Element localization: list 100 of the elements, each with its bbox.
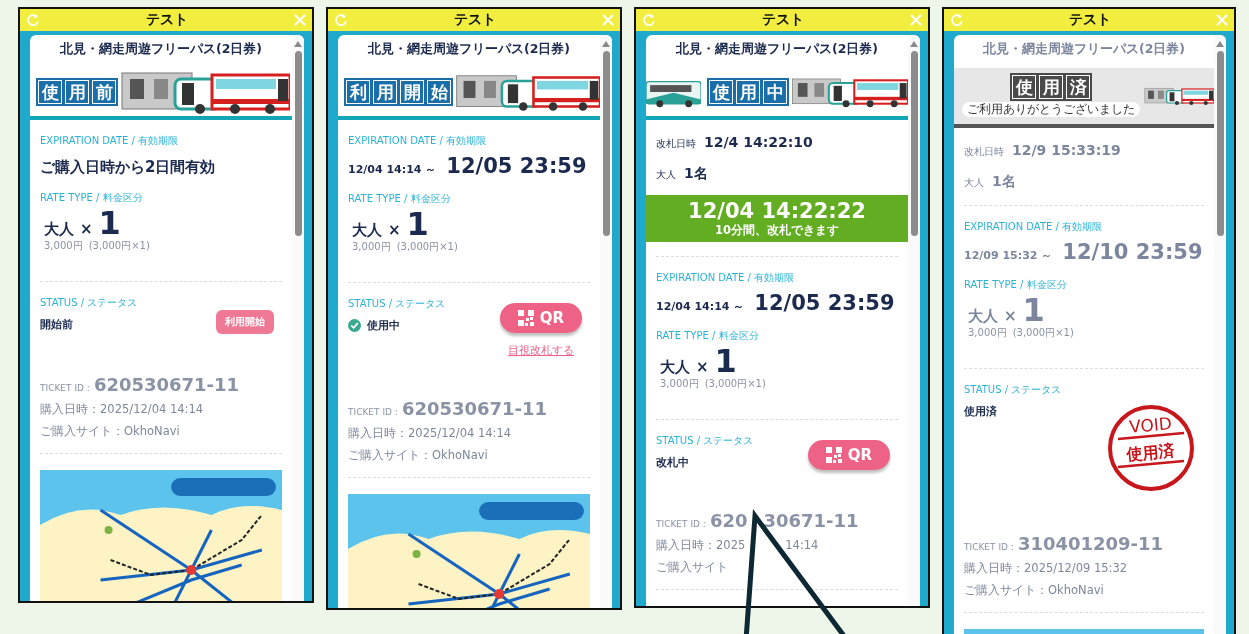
valid-from: 12/04 14:14 ～ (656, 299, 745, 314)
scrollbar[interactable] (1214, 35, 1226, 634)
purchase-site: ご購入サイト (656, 560, 728, 575)
rate-type-label: RATE TYPE / 料金区分 (348, 192, 452, 206)
status-value: 改札中 (656, 454, 689, 470)
passenger-count: 1名 (992, 173, 1016, 191)
price: 3,000円 (352, 240, 391, 254)
visual-check-link[interactable]: 目視改札する (507, 343, 574, 358)
gate-time: 12/9 15:33:19 (1012, 142, 1121, 158)
qr-button[interactable]: QR (499, 303, 582, 333)
scroll-up-icon[interactable] (1216, 41, 1224, 47)
scroll-up-icon[interactable] (910, 41, 918, 47)
times-sign: × (696, 358, 709, 376)
ticket-id-label: TICKET ID : (348, 407, 398, 417)
fare-type: 大人 (352, 221, 382, 240)
fare-type: 大人 (660, 358, 690, 377)
expiration-label: EXPIRATION DATE / 有効期限 (40, 134, 180, 148)
scrollbar-thumb[interactable] (294, 51, 302, 236)
ticket-count: 1 (714, 345, 737, 377)
qr-code-icon (825, 447, 842, 463)
scrollbar[interactable] (292, 35, 304, 601)
scrollbar-thumb[interactable] (1216, 51, 1224, 236)
status-banner-label: 使用中 (709, 80, 788, 104)
status-label: STATUS / ステータス (656, 434, 755, 448)
purchase-date: 購入日時：2025/12/04 14:14 (40, 402, 204, 417)
expiration-label: EXPIRATION DATE / 有効期限 (348, 134, 488, 148)
pass-name: 北見・網走周遊フリーパス(2日券) (981, 40, 1187, 58)
valid-from: 12/04 14:14 ～ (348, 162, 437, 177)
passenger-count: 1名 (684, 165, 708, 183)
price: 3,000円 (44, 239, 83, 253)
status-label: STATUS / ステータス (348, 297, 447, 311)
scrollbar[interactable] (908, 35, 920, 606)
purchase-date: 購入日時：2025/12/04 14:14 (348, 426, 512, 441)
times-sign: × (80, 220, 93, 238)
valid-until: 12/10 23:59 (1062, 240, 1203, 264)
purchase-site: ご購入サイト：OkhoNavi (964, 583, 1104, 598)
scrollbar-thumb[interactable] (910, 51, 918, 236)
fare-type: 大人 (656, 168, 676, 182)
qr-code-icon (517, 310, 534, 326)
gate-time-label: 改札日時 (656, 137, 696, 151)
expiration-label: EXPIRATION DATE / 有効期限 (656, 271, 796, 285)
status-banner-label: 使用済 (1012, 75, 1090, 99)
times-sign: × (388, 221, 401, 239)
rate-type-label: RATE TYPE / 料金区分 (964, 278, 1068, 292)
status-banner-label: 使用前 (38, 80, 116, 104)
times-sign: × (1004, 307, 1017, 325)
price-breakdown: (3,000円×1) (396, 240, 458, 254)
window-title: テスト (454, 11, 496, 29)
ticket-id: 620530671-11 (401, 398, 548, 419)
status-value: 使用中 (367, 317, 400, 333)
gate-time-label: 改札日時 (964, 145, 1004, 159)
ticket-id: 30671-11 (763, 510, 859, 531)
price-breakdown: (3,000円×1) (1012, 326, 1074, 340)
ticket-id-label: TICKET ID : (964, 542, 1014, 552)
timer-note: 10分間、改札できます (714, 223, 840, 238)
ticket-count: 1 (98, 207, 121, 239)
scroll-up-icon[interactable] (294, 41, 302, 47)
fare-type: 大人 (964, 176, 984, 190)
purchase-date: 購入日時：2025 (656, 538, 746, 553)
purchase-date: 購入日時：2025/12/09 15:32 (964, 561, 1128, 576)
void-stamp: VOID 使用済 (1106, 403, 1196, 493)
start-use-button[interactable]: 利用開始 (216, 310, 274, 334)
purchase-date: 14:14 (785, 538, 819, 553)
window-title: テスト (1069, 11, 1111, 29)
qr-button[interactable]: QR (807, 440, 890, 470)
pass-name: 北見・網走周遊フリーパス(2日券) (58, 40, 264, 58)
price: 3,000円 (660, 377, 699, 391)
valid-until: 12/05 23:59 (446, 154, 587, 178)
gate-time: 12/4 14:22:10 (704, 134, 813, 150)
status-label: STATUS / ステータス (40, 296, 139, 310)
pass-name: 北見・網走周遊フリーパス(2日券) (366, 40, 572, 58)
banner-subtitle: ご利用ありがとうございました (962, 102, 1140, 117)
timer-time: 12/04 14:22:22 (687, 199, 867, 223)
ticket-id: 310401209-11 (1017, 533, 1164, 554)
status-value: 開始前 (40, 316, 73, 332)
ticket-id: 620530671-11 (93, 374, 240, 395)
purchase-site: ご購入サイト：OkhoNavi (348, 448, 488, 463)
purchase-site: ご購入サイト：OkhoNavi (40, 424, 180, 439)
status-value: 使用済 (964, 403, 997, 419)
price-breakdown: (3,000円×1) (88, 239, 150, 253)
ticket-id: 620 (709, 510, 748, 531)
expiration-text: ご購入日時から2日間有効 (40, 158, 217, 177)
status-banner-label: 利用開始 (346, 80, 451, 104)
price: 3,000円 (968, 326, 1007, 340)
ticket-count: 1 (406, 208, 429, 240)
rate-type-label: RATE TYPE / 料金区分 (656, 329, 760, 343)
fare-type: 大人 (44, 220, 74, 239)
status-label: STATUS / ステータス (964, 383, 1063, 397)
scroll-up-icon[interactable] (602, 41, 610, 47)
window-title: テスト (762, 11, 804, 29)
fare-type: 大人 (968, 307, 998, 326)
ticket-id-label: TICKET ID : (40, 383, 90, 393)
price-breakdown: (3,000円×1) (704, 377, 766, 391)
valid-until: 12/05 23:59 (754, 291, 895, 315)
expiration-label: EXPIRATION DATE / 有効期限 (964, 220, 1104, 234)
scrollbar-thumb[interactable] (602, 51, 610, 236)
pass-name: 北見・網走周遊フリーパス(2日券) (674, 40, 880, 58)
scrollbar[interactable] (600, 35, 612, 608)
window-title: テスト (146, 11, 188, 29)
ticket-id-label: TICKET ID : (656, 519, 706, 529)
